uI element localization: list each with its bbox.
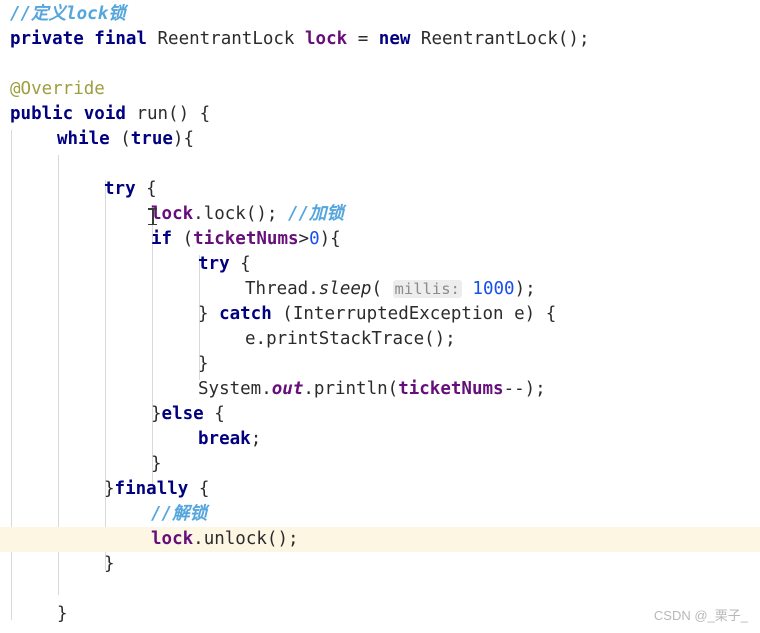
- current-line-highlight: [0, 527, 760, 552]
- code-line[interactable]: try {: [198, 252, 251, 277]
- token-plain: .unlock();: [193, 529, 299, 549]
- code-line[interactable]: }: [57, 602, 68, 627]
- token-num: 1000: [472, 279, 515, 299]
- code-line[interactable]: //解锁: [151, 502, 207, 527]
- token-plain: ){: [319, 229, 341, 249]
- code-line[interactable]: try {: [104, 177, 157, 202]
- token-kw: else: [161, 404, 204, 424]
- token-plain: }: [151, 454, 162, 474]
- code-line[interactable]: }else {: [151, 402, 225, 427]
- token-comment: //加锁: [287, 204, 345, 224]
- token-comment: //定义lock锁: [10, 4, 126, 24]
- code-editor-canvas[interactable]: //定义lock锁 private final ReentrantLock loc…: [0, 0, 760, 633]
- token-field: ticketNums: [398, 379, 504, 399]
- token-plain: }: [198, 354, 209, 374]
- token-num: 0: [309, 229, 320, 249]
- code-line[interactable]: lock.lock(); //加锁: [151, 202, 344, 227]
- token-kw: catch: [219, 304, 272, 324]
- token-plain: );: [514, 279, 536, 299]
- token-comment: //解锁: [151, 504, 208, 524]
- token-plain: Thread.: [245, 279, 319, 299]
- code-line[interactable]: System.out.println(ticketNums--);: [198, 377, 546, 402]
- token-method-i: sleep: [318, 279, 372, 299]
- token-plain: {: [188, 479, 210, 499]
- token-plain: }: [198, 304, 220, 324]
- code-line[interactable]: break;: [198, 427, 261, 452]
- token-plain: run() {: [125, 104, 211, 124]
- code-line[interactable]: }: [104, 552, 115, 577]
- code-line[interactable]: } catch (InterruptedException e) {: [198, 302, 556, 327]
- token-plain: {: [203, 404, 225, 424]
- code-line[interactable]: @Override: [10, 77, 105, 102]
- token-plain: (: [109, 129, 131, 149]
- code-line[interactable]: e.printStackTrace();: [245, 327, 456, 352]
- token-kw: private final: [10, 29, 147, 49]
- token-plain: (: [172, 229, 194, 249]
- watermark-label: CSDN @_栗子_: [653, 608, 748, 623]
- token-field: ticketNums: [193, 229, 299, 249]
- token-kw: true: [130, 129, 173, 149]
- code-line[interactable]: lock.unlock();: [151, 527, 299, 552]
- code-line[interactable]: while (true){: [57, 127, 194, 152]
- token-plain: ReentrantLock();: [410, 29, 590, 49]
- token-kw: if: [151, 229, 173, 249]
- code-line[interactable]: if (ticketNums>0){: [151, 227, 341, 252]
- code-line[interactable]: }finally {: [104, 477, 209, 502]
- token-kw: break: [198, 429, 251, 449]
- token-plain: .lock();: [193, 204, 288, 224]
- token-plain: {: [135, 179, 157, 199]
- token-plain: --);: [503, 379, 546, 399]
- token-kw: finally: [114, 479, 189, 499]
- token-static: out: [271, 379, 304, 399]
- token-plain: ReentrantLock: [146, 29, 306, 49]
- indent-guide-2: [105, 180, 106, 570]
- token-kw: try: [198, 254, 230, 274]
- token-plain: >: [298, 229, 310, 249]
- code-line[interactable]: //定义lock锁: [10, 2, 126, 27]
- token-kw: new: [378, 29, 411, 49]
- token-plain: }: [104, 554, 115, 574]
- token-plain: ;: [250, 429, 262, 449]
- token-field: lock: [151, 529, 194, 549]
- code-line[interactable]: }: [151, 452, 162, 477]
- token-kw: public void: [10, 104, 126, 124]
- token-plain: (InterruptedException e) {: [271, 304, 557, 324]
- token-field: lock: [151, 204, 194, 224]
- token-plain: System.: [198, 379, 272, 399]
- token-anno: @Override: [10, 79, 105, 99]
- token-plain: .println(: [303, 379, 399, 399]
- code-line[interactable]: }: [198, 352, 209, 377]
- token-plain: {: [229, 254, 251, 274]
- token-plain: }: [57, 604, 68, 624]
- token-field: lock: [305, 29, 348, 49]
- token-plain: e.printStackTrace();: [245, 329, 456, 349]
- token-plain: }: [104, 479, 115, 499]
- token-plain: ){: [172, 129, 194, 149]
- token-kw: while: [57, 129, 110, 149]
- code-line[interactable]: public void run() {: [10, 102, 210, 127]
- token-plain: =: [347, 29, 379, 49]
- token-plain: }: [151, 404, 162, 424]
- token-kw: try: [104, 179, 136, 199]
- token-plain: (: [371, 279, 382, 299]
- code-line[interactable]: private final ReentrantLock lock = new R…: [10, 27, 590, 52]
- code-line[interactable]: Thread.sleep( millis: 1000);: [245, 277, 536, 302]
- parameter-hint-chip: millis:: [392, 280, 462, 298]
